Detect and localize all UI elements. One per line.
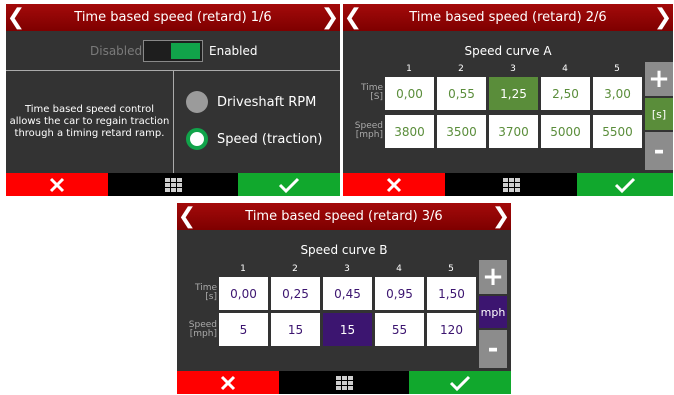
column-number: 5 (614, 64, 620, 74)
speed-cell[interactable]: 5500 (593, 115, 642, 148)
cancel-button[interactable] (343, 173, 445, 196)
cancel-button[interactable] (177, 371, 279, 394)
description-panel: Time based speed control allows the car … (6, 70, 174, 173)
speed-unit: [mph] (189, 329, 217, 339)
speed-cell[interactable]: 3700 (489, 115, 538, 148)
time-cell[interactable]: 3,00 (593, 77, 642, 110)
menu-button[interactable] (279, 371, 409, 394)
column-number: 5 (448, 264, 454, 274)
column-number: 4 (562, 64, 568, 74)
screen-page-3: ❮ Time based speed (retard) 3/6 ❯ Speed … (177, 203, 511, 394)
menu-button[interactable] (445, 173, 577, 196)
bottom-bar (177, 371, 511, 394)
curve-title: Speed curve B (300, 243, 388, 257)
bottom-bar (6, 173, 340, 196)
time-row-label: Time [s] (181, 284, 217, 302)
curve-title: Speed curve A (464, 44, 552, 58)
ok-button[interactable] (409, 371, 511, 394)
title-bar: ❮ Time based speed (retard) 3/6 ❯ (177, 203, 511, 230)
chevron-left-icon[interactable]: ❮ (6, 4, 26, 31)
column-number: 3 (510, 64, 516, 74)
minus-button[interactable]: - (479, 330, 507, 368)
page-title: Time based speed (retard) 1/6 (74, 10, 272, 25)
value-adjust-column: + [s] - (645, 62, 673, 170)
speed-cell-selected[interactable]: 15 (323, 313, 372, 346)
column-number: 4 (396, 264, 402, 274)
time-cell-selected[interactable]: 1,25 (489, 77, 538, 110)
menu-button[interactable] (108, 173, 238, 196)
chevron-left-icon[interactable]: ❮ (343, 4, 363, 31)
chevron-right-icon[interactable]: ❯ (653, 4, 673, 31)
disabled-label: Disabled (90, 44, 143, 58)
enabled-label: Enabled (209, 44, 258, 58)
option-speed-traction[interactable]: Speed (traction) (186, 128, 323, 150)
ok-button[interactable] (238, 173, 340, 196)
mode-options-panel: Driveshaft RPM Speed (traction) (174, 70, 340, 173)
chevron-left-icon[interactable]: ❮ (177, 203, 197, 230)
cancel-button[interactable] (6, 173, 108, 196)
column-number: 2 (458, 64, 464, 74)
time-row-label: Time [S] (347, 84, 383, 102)
enable-toggle[interactable] (143, 40, 203, 62)
enable-toggle-row: Disabled Enabled (6, 37, 340, 65)
chevron-right-icon[interactable]: ❯ (491, 203, 511, 230)
option-driveshaft-rpm[interactable]: Driveshaft RPM (186, 91, 316, 113)
x-icon (386, 177, 402, 192)
speed-row-label: Speed [mph] (181, 321, 217, 339)
column-number: 1 (406, 64, 412, 74)
title-bar: ❮ Time based speed (retard) 2/6 ❯ (343, 4, 673, 31)
screen-page-1: ❮ Time based speed (retard) 1/6 ❯ Disabl… (6, 4, 340, 196)
speed-row-label: Speed [mph] (347, 122, 383, 140)
grid-icon (335, 375, 353, 390)
page-title: Time based speed (retard) 2/6 (409, 10, 607, 25)
radio-selected[interactable] (186, 128, 208, 150)
column-number: 1 (240, 264, 246, 274)
page-title: Time based speed (retard) 3/6 (245, 209, 443, 224)
toggle-knob (171, 43, 200, 59)
value-adjust-column: + mph - (479, 260, 507, 368)
x-icon (220, 375, 236, 390)
unit-button[interactable]: [s] (645, 98, 673, 130)
check-icon (278, 177, 300, 193)
speed-cell[interactable]: 5000 (541, 115, 590, 148)
title-bar: ❮ Time based speed (retard) 1/6 ❯ (6, 4, 340, 31)
time-cell[interactable]: 2,50 (541, 77, 590, 110)
time-cell[interactable]: 0,00 (219, 277, 268, 310)
radio-unselected[interactable] (186, 91, 208, 113)
speed-cell[interactable]: 3800 (385, 115, 434, 148)
check-icon (449, 375, 471, 391)
speed-cell[interactable]: 55 (375, 313, 424, 346)
speed-cell[interactable]: 15 (271, 313, 320, 346)
time-cell[interactable]: 0,25 (271, 277, 320, 310)
option-label: Driveshaft RPM (217, 94, 317, 110)
time-unit: [s] (205, 292, 217, 302)
description-text: Time based speed control allows the car … (9, 104, 170, 139)
time-cell[interactable]: 0,95 (375, 277, 424, 310)
time-cell[interactable]: 0,00 (385, 77, 434, 110)
time-unit: [S] (370, 92, 383, 102)
column-number: 2 (292, 264, 298, 274)
time-cell[interactable]: 1,50 (427, 277, 476, 310)
time-cell[interactable]: 0,45 (323, 277, 372, 310)
screen-page-2: ❮ Time based speed (retard) 2/6 ❯ Speed … (343, 4, 673, 196)
grid-icon (164, 177, 182, 192)
chevron-right-icon[interactable]: ❯ (320, 4, 340, 31)
speed-cell[interactable]: 5 (219, 313, 268, 346)
x-icon (49, 177, 65, 192)
time-cell[interactable]: 0,55 (437, 77, 486, 110)
unit-button[interactable]: mph (479, 296, 507, 328)
speed-unit: [mph] (355, 130, 383, 140)
column-number: 3 (344, 264, 350, 274)
ok-button[interactable] (577, 173, 673, 196)
speed-cell[interactable]: 120 (427, 313, 476, 346)
plus-button[interactable]: + (479, 260, 507, 294)
speed-cell[interactable]: 3500 (437, 115, 486, 148)
option-label: Speed (traction) (217, 131, 323, 147)
plus-button[interactable]: + (645, 62, 673, 96)
grid-icon (502, 177, 520, 192)
minus-button[interactable]: - (645, 132, 673, 170)
check-icon (614, 177, 636, 193)
bottom-bar (343, 173, 673, 196)
